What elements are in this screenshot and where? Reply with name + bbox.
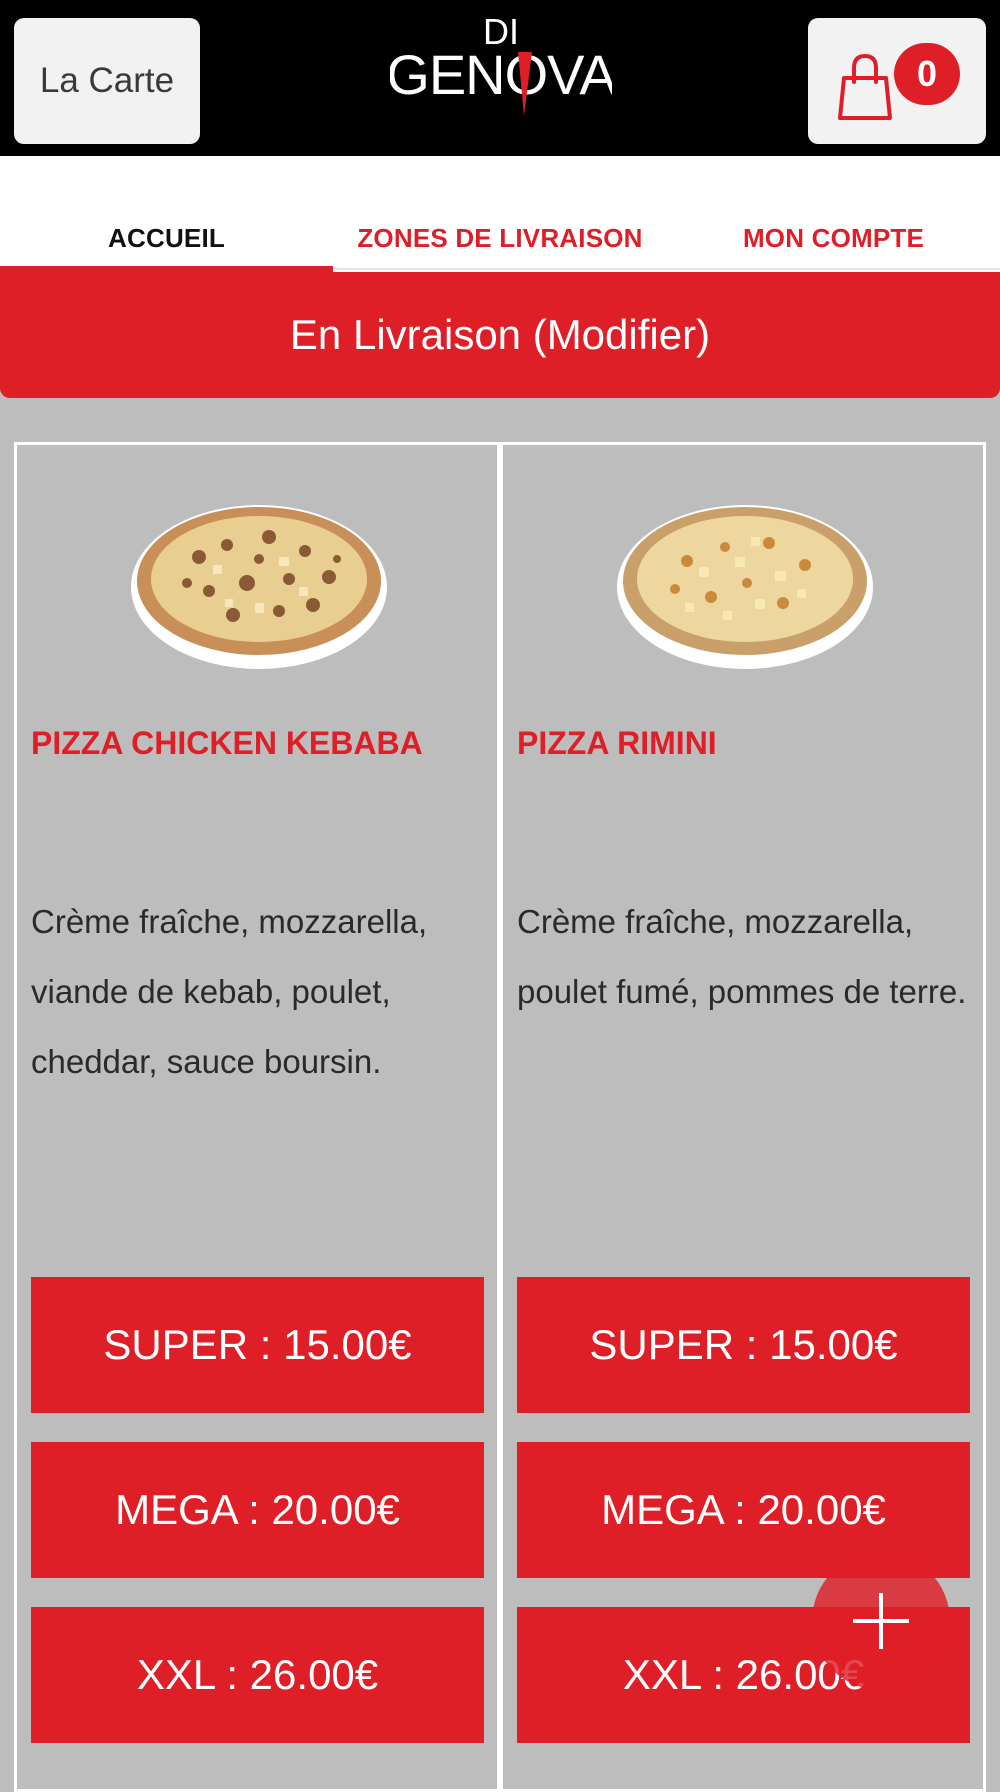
add-size-super-button[interactable]: SUPER : 15.00€ bbox=[31, 1277, 484, 1413]
product-name[interactable]: PIZZA CHICKEN KEBABA bbox=[31, 725, 487, 762]
pizza-image[interactable] bbox=[129, 487, 389, 673]
tab-mon-compte[interactable]: MON COMPTE bbox=[667, 156, 1000, 272]
product-name[interactable]: PIZZA RIMINI bbox=[517, 725, 973, 762]
product-description: Crème fraîche, mozzarella, viande de keb… bbox=[31, 903, 428, 1080]
logo-main-text: GENOVA bbox=[390, 43, 612, 106]
product-description: Crème fraîche, mozzarella, poulet fumé, … bbox=[517, 903, 967, 1010]
tab-zones-de-livraison[interactable]: ZONES DE LIVRAISON bbox=[333, 156, 667, 272]
delivery-mode-button[interactable]: En Livraison (Modifier) bbox=[0, 272, 1000, 398]
genova-logo[interactable]: DI GENOVA bbox=[390, 6, 612, 126]
add-size-super-button[interactable]: SUPER : 15.00€ bbox=[517, 1277, 970, 1413]
nav-divider bbox=[333, 268, 1000, 270]
shopping-bag-icon bbox=[838, 53, 892, 120]
floating-add-button[interactable] bbox=[812, 1552, 950, 1690]
add-size-mega-button[interactable]: MEGA : 20.00€ bbox=[31, 1442, 484, 1578]
plus-icon bbox=[853, 1593, 909, 1649]
top-bar: La Carte DI GENOVA 0 bbox=[0, 0, 1000, 156]
nav-tabs: ACCUEIL ZONES DE LIVRAISON MON COMPTE bbox=[0, 156, 1000, 272]
menu-button[interactable]: La Carte bbox=[14, 18, 200, 144]
cart-button[interactable]: 0 bbox=[808, 18, 986, 144]
pizza-image[interactable] bbox=[615, 487, 875, 673]
cart-count-badge: 0 bbox=[894, 43, 960, 105]
add-size-xxl-button[interactable]: XXL : 26.00€ bbox=[31, 1607, 484, 1743]
tab-accueil[interactable]: ACCUEIL bbox=[0, 156, 333, 272]
product-card: PIZZA CHICKEN KEBABA Crème fraîche, mozz… bbox=[14, 442, 500, 1792]
